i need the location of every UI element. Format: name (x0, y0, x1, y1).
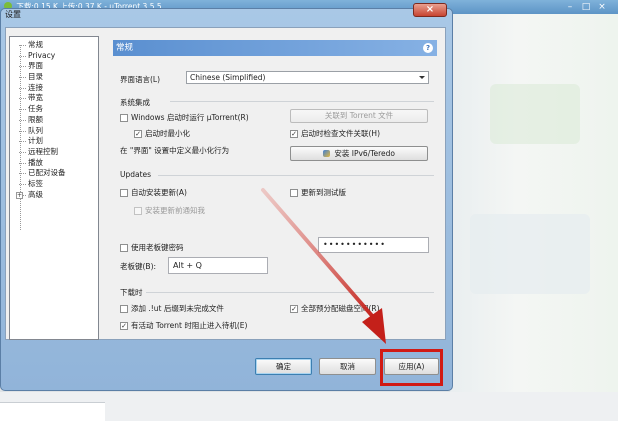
dialog-title: 设置 (5, 10, 21, 19)
associate-torrent-button[interactable]: 关联到 Torrent 文件 (290, 109, 428, 123)
beta-update-checkbox[interactable]: 更新到测试版 (290, 187, 346, 198)
main-window-controls: – □ × (562, 1, 610, 13)
prevent-standby-label: 有活动 Torrent 时阻止进入待机(E) (131, 321, 248, 330)
language-select[interactable]: Chinese (Simplified) (186, 71, 429, 84)
shield-icon (322, 150, 330, 157)
preallocate-checkbox[interactable]: ✓ 全部预分配磁盘空间(R) (290, 303, 380, 314)
expand-plus-icon[interactable]: + (16, 191, 23, 199)
chevron-down-icon (419, 76, 425, 79)
checkbox-box[interactable]: ✓ (290, 129, 298, 138)
tree-item-labels[interactable]: 标签 (12, 179, 96, 190)
auto-update-label: 自动安装更新(A) (131, 188, 187, 197)
minimize-button[interactable]: – (562, 1, 578, 13)
checkbox-box[interactable]: ✓ (290, 304, 298, 313)
tree-item-paired-devices[interactable]: 已配对设备 (12, 168, 96, 179)
preallocate-label: 全部预分配磁盘空间(R) (301, 304, 380, 313)
checkbox-box[interactable] (120, 304, 128, 313)
append-ut-checkbox[interactable]: 添加 .!ut 后缀到未完成文件 (120, 303, 224, 314)
main-window-background (450, 14, 618, 421)
language-label: 界面语言(L) (120, 75, 161, 84)
dialog-close-button[interactable]: × (413, 3, 447, 17)
system-section-title: 系统集成 (120, 98, 150, 107)
notify-before-update-checkbox[interactable]: 安装更新前通知我 (134, 205, 205, 216)
background-panel (470, 214, 590, 294)
boss-key-label: 老板键(B): (120, 262, 157, 271)
start-with-windows-checkbox[interactable]: Windows 启动时运行 µTorrent(R) (120, 112, 249, 123)
tree-item-general[interactable]: 常规 (12, 40, 96, 51)
auto-update-checkbox[interactable]: 自动安装更新(A) (120, 187, 187, 198)
tree-item-privacy[interactable]: Privacy (12, 51, 96, 62)
start-minimized-checkbox[interactable]: ✓ 启动时最小化 (134, 128, 190, 139)
section-divider (170, 101, 434, 102)
tree-item-interface[interactable]: 界面 (12, 61, 96, 72)
checkbox-box[interactable] (120, 188, 128, 197)
tree-item-advanced[interactable]: + 高级 (12, 190, 96, 201)
tree-item-transfer-cap[interactable]: 限额 (12, 115, 96, 126)
prevent-standby-checkbox[interactable]: ✓ 有活动 Torrent 时阻止进入待机(E) (120, 320, 247, 331)
tree-item-bandwidth[interactable]: 带宽 (12, 93, 96, 104)
checkbox-box[interactable] (120, 243, 128, 252)
close-window-button[interactable]: × (594, 1, 610, 13)
install-ipv6-button[interactable]: 安装 IPv6/Teredo (290, 146, 428, 161)
main-window-statusbar (0, 392, 618, 421)
cancel-button[interactable]: 取消 (319, 358, 376, 375)
background-panel (490, 84, 580, 144)
help-icon[interactable]: ? (423, 43, 433, 53)
section-divider (158, 175, 434, 176)
minimize-behavior-text: 在 "界面" 设置中定义最小化行为 (120, 146, 230, 155)
start-with-windows-label: Windows 启动时运行 µTorrent(R) (131, 113, 249, 122)
panel-header: 常规 ? (113, 40, 437, 56)
tree-item-remote[interactable]: 远程控制 (12, 147, 96, 158)
maximize-button[interactable]: □ (578, 1, 594, 13)
install-ipv6-label: 安装 IPv6/Teredo (334, 149, 396, 158)
status-strip (0, 402, 105, 421)
checkbox-box[interactable] (134, 206, 142, 215)
tree-item-playback[interactable]: 播放 (12, 158, 96, 169)
settings-tree: 常规 Privacy 界面 目录 连接 带宽 任务 限额 队列 计划 远程控制 … (9, 36, 99, 340)
checkbox-box[interactable] (120, 113, 128, 122)
notify-before-update-label: 安装更新前通知我 (145, 206, 205, 215)
append-ut-label: 添加 .!ut 后缀到未完成文件 (131, 304, 224, 313)
checkbox-box[interactable] (290, 188, 298, 197)
tree-item-bittorrent[interactable]: 任务 (12, 104, 96, 115)
start-minimized-label: 启动时最小化 (145, 129, 190, 138)
boss-key-password-checkbox[interactable]: 使用老板键密码 (120, 242, 184, 253)
language-select-value: Chinese (Simplified) (190, 73, 266, 82)
tree-item-scheduler[interactable]: 计划 (12, 136, 96, 147)
tree-item-advanced-label: 高级 (28, 189, 43, 199)
tree-item-directories[interactable]: 目录 (12, 72, 96, 83)
tree-item-connection[interactable]: 连接 (12, 83, 96, 94)
checkbox-box[interactable]: ✓ (134, 129, 142, 138)
boss-key-password-label: 使用老板键密码 (131, 243, 184, 252)
boss-key-password-field[interactable]: ••••••••••• (318, 237, 429, 253)
beta-update-label: 更新到测试版 (301, 188, 346, 197)
section-divider (146, 292, 434, 293)
apply-highlight-box (380, 349, 443, 386)
checkbox-box[interactable]: ✓ (120, 321, 128, 330)
updates-section-title: Updates (120, 170, 152, 179)
check-association-label: 启动时检查文件关联(H) (301, 129, 380, 138)
panel-title: 常规 (116, 43, 134, 53)
tree-item-queueing[interactable]: 队列 (12, 126, 96, 137)
boss-key-field[interactable]: Alt + Q (168, 257, 268, 274)
check-association-checkbox[interactable]: ✓ 启动时检查文件关联(H) (290, 128, 380, 139)
ok-button[interactable]: 确定 (255, 358, 312, 375)
download-section-title: 下载时 (120, 288, 143, 297)
